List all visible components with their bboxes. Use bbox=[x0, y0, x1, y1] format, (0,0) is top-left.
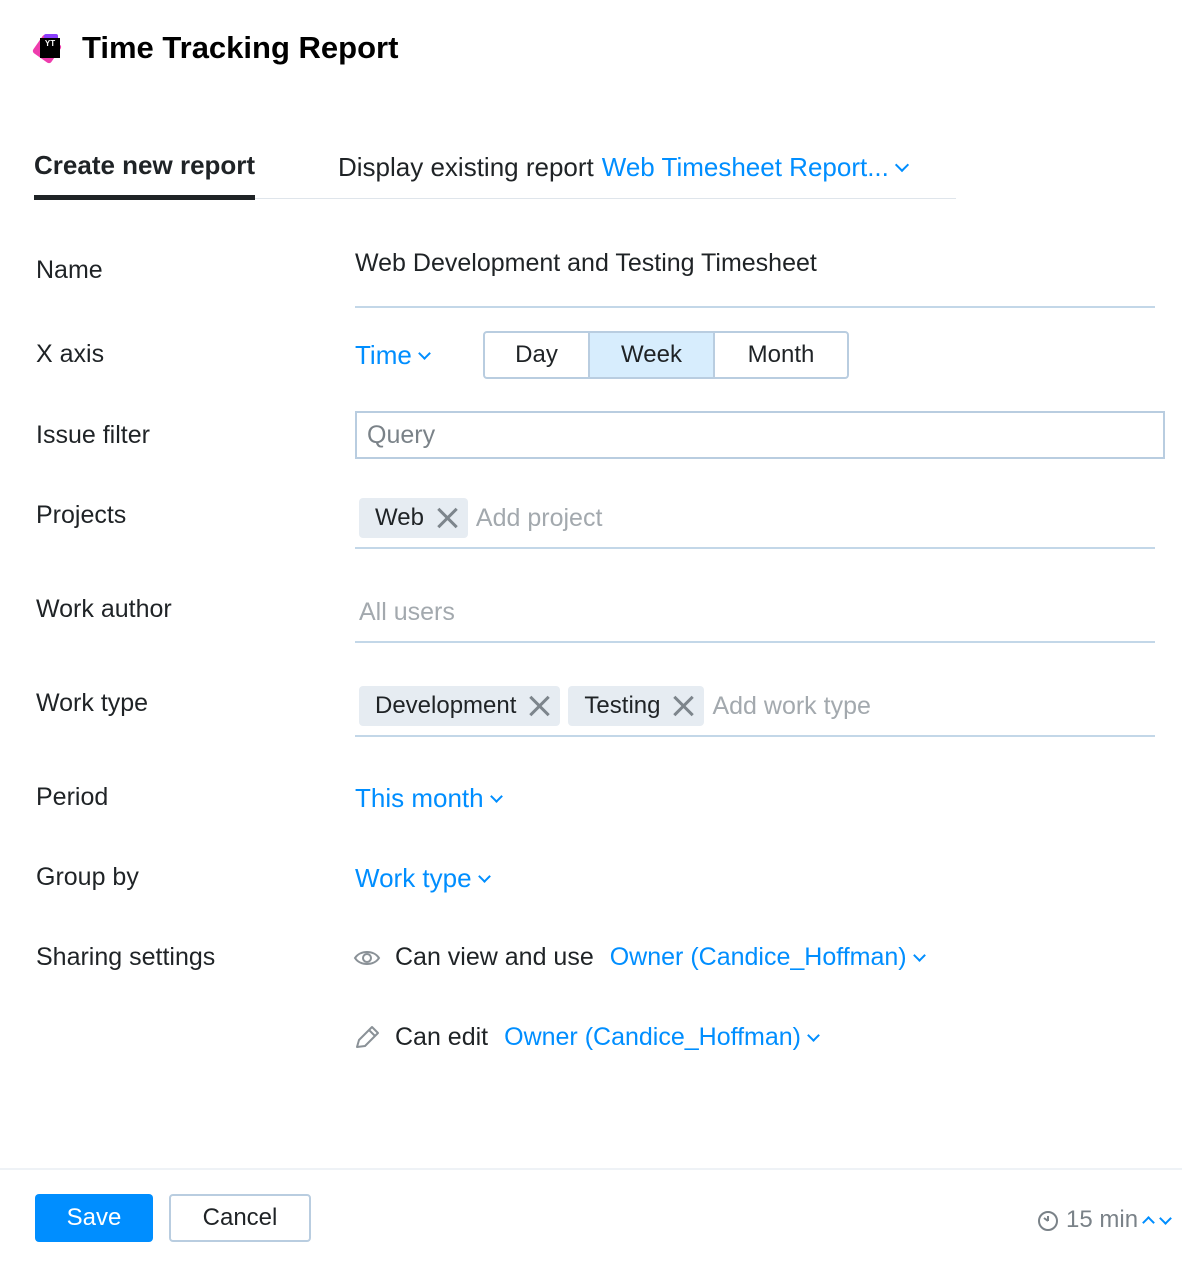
work-author-field[interactable]: All users bbox=[355, 583, 1155, 643]
projects-field[interactable]: Web Add project bbox=[355, 489, 1155, 549]
pencil-icon bbox=[356, 1025, 379, 1048]
chevron-down-icon[interactable] bbox=[1159, 1211, 1172, 1225]
projects-label: Projects bbox=[36, 501, 127, 529]
work-type-chip: Development bbox=[359, 686, 561, 726]
chevron-down-icon bbox=[894, 157, 909, 173]
page-title: Time Tracking Report bbox=[82, 30, 399, 65]
tab-display-existing-report[interactable]: Display existing report Web Timesheet Re… bbox=[338, 152, 909, 183]
period-dropdown[interactable]: This month bbox=[355, 783, 503, 814]
view-permission-dropdown[interactable]: Owner (Candice_Hoffman) bbox=[610, 943, 907, 972]
chevron-down-icon bbox=[912, 949, 926, 962]
remove-chip-icon[interactable] bbox=[436, 507, 458, 529]
remove-chip-icon[interactable] bbox=[672, 695, 694, 717]
cancel-button[interactable]: Cancel bbox=[169, 1194, 311, 1242]
period-label: Period bbox=[36, 783, 109, 811]
add-project-input[interactable]: Add project bbox=[476, 504, 602, 533]
work-author-label: Work author bbox=[36, 595, 172, 623]
sharing-view-row: Can view and use Owner (Candice_Hoffman) bbox=[353, 943, 926, 972]
view-permission-label: Can view and use bbox=[395, 943, 594, 971]
edit-permission-label: Can edit bbox=[395, 1023, 489, 1051]
sharing-settings-label: Sharing settings bbox=[36, 943, 216, 971]
stopwatch-icon bbox=[1038, 1211, 1058, 1231]
period-value: This month bbox=[355, 783, 484, 813]
work-type-chip: Testing bbox=[568, 686, 705, 726]
chevron-up-icon[interactable] bbox=[1142, 1216, 1155, 1229]
existing-report-dropdown[interactable]: Web Timesheet Report... bbox=[602, 152, 889, 183]
group-by-dropdown[interactable]: Work type bbox=[355, 863, 491, 894]
save-button[interactable]: Save bbox=[35, 1194, 153, 1242]
name-field[interactable]: Web Development and Testing Timesheet bbox=[355, 248, 1155, 308]
youtrack-logo-icon: YT bbox=[31, 32, 66, 65]
add-work-type-input[interactable]: Add work type bbox=[712, 692, 870, 721]
work-type-chip-label: Development bbox=[375, 692, 517, 719]
issue-filter-label: Issue filter bbox=[36, 421, 150, 449]
chevron-down-icon bbox=[477, 870, 491, 883]
timer-value: 15 min bbox=[1066, 1206, 1139, 1233]
group-by-value: Work type bbox=[355, 863, 472, 893]
x-axis-dropdown[interactable]: Time bbox=[355, 340, 431, 371]
edit-permission-dropdown[interactable]: Owner (Candice_Hoffman) bbox=[504, 1023, 801, 1052]
issue-filter-placeholder: Query bbox=[367, 420, 436, 449]
tab-display-label: Display existing report bbox=[338, 152, 594, 182]
eye-icon bbox=[353, 950, 381, 965]
work-type-label: Work type bbox=[36, 689, 149, 717]
footer-divider bbox=[0, 1168, 1182, 1170]
chevron-down-icon bbox=[417, 347, 431, 360]
work-type-chip-label: Testing bbox=[584, 692, 661, 719]
name-value: Web Development and Testing Timesheet bbox=[355, 249, 817, 277]
name-label: Name bbox=[36, 256, 103, 284]
chevron-down-icon bbox=[807, 1029, 820, 1042]
sharing-edit-row: Can edit Owner (Candice_Hoffman) bbox=[353, 1023, 820, 1052]
header: YT Time Tracking Report bbox=[31, 30, 399, 66]
timer-control[interactable]: 15 min bbox=[1036, 1206, 1172, 1234]
chevron-down-icon bbox=[489, 790, 503, 803]
report-tabs: Create new report Display existing repor… bbox=[34, 140, 956, 200]
issue-filter-input[interactable]: Query bbox=[355, 411, 1165, 459]
project-chip-label: Web bbox=[375, 504, 424, 531]
x-axis-label: X axis bbox=[36, 340, 105, 368]
work-author-placeholder: All users bbox=[359, 597, 455, 626]
segment-week[interactable]: Week bbox=[590, 333, 715, 377]
project-chip: Web bbox=[359, 498, 468, 538]
segment-month[interactable]: Month bbox=[715, 333, 847, 377]
report-page: YT Time Tracking Report Create new repor… bbox=[0, 0, 1182, 1266]
segment-day[interactable]: Day bbox=[485, 333, 590, 377]
tab-create-new-report[interactable]: Create new report bbox=[34, 150, 256, 200]
time-granularity-toggle: Day Week Month bbox=[483, 331, 849, 379]
x-axis-value: Time bbox=[355, 340, 412, 370]
group-by-label: Group by bbox=[36, 863, 139, 891]
remove-chip-icon[interactable] bbox=[528, 695, 550, 717]
work-type-field[interactable]: Development Testing Add work type bbox=[355, 677, 1155, 737]
